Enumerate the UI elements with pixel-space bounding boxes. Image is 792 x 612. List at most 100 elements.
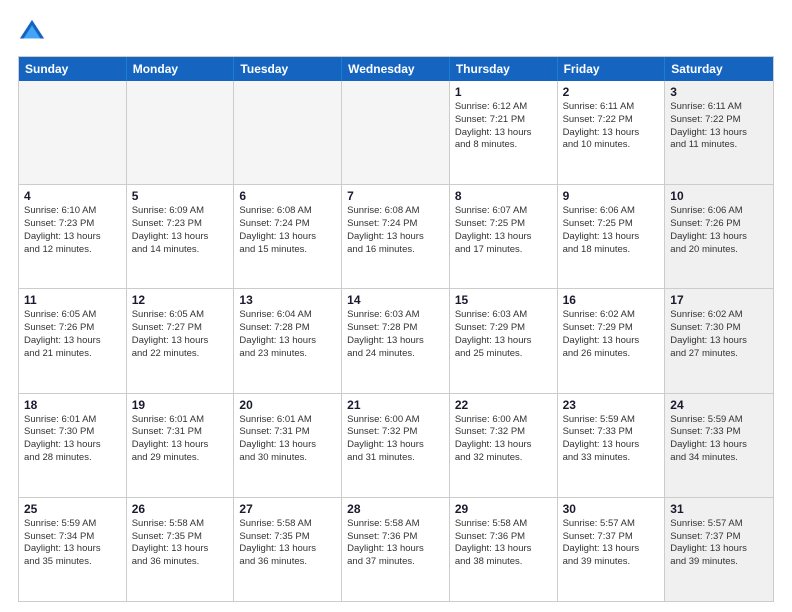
- weekday-header-monday: Monday: [127, 57, 235, 81]
- day-info: Sunrise: 6:00 AM Sunset: 7:32 PM Dayligh…: [455, 414, 552, 465]
- day-cell-7: 7 Sunrise: 6:08 AM Sunset: 7:24 PM Daylig…: [342, 185, 450, 288]
- day-number: 29: [455, 502, 552, 516]
- day-number: 18: [24, 398, 121, 412]
- weekday-header-friday: Friday: [558, 57, 666, 81]
- day-info: Sunrise: 5:59 AM Sunset: 7:34 PM Dayligh…: [24, 518, 121, 569]
- empty-cell-0-3: [342, 81, 450, 184]
- day-number: 31: [670, 502, 768, 516]
- day-info: Sunrise: 6:11 AM Sunset: 7:22 PM Dayligh…: [670, 101, 768, 152]
- day-number: 7: [347, 189, 444, 203]
- day-number: 20: [239, 398, 336, 412]
- day-number: 5: [132, 189, 229, 203]
- day-number: 12: [132, 293, 229, 307]
- calendar-header: SundayMondayTuesdayWednesdayThursdayFrid…: [19, 57, 773, 81]
- day-number: 16: [563, 293, 660, 307]
- calendar-row-0: 1Sunrise: 6:12 AM Sunset: 7:21 PM Daylig…: [19, 81, 773, 184]
- day-cell-16: 16 Sunrise: 6:02 AM Sunset: 7:29 PM Dayli…: [558, 289, 666, 392]
- empty-cell-0-1: [127, 81, 235, 184]
- day-cell-19: 19 Sunrise: 6:01 AM Sunset: 7:31 PM Dayli…: [127, 394, 235, 497]
- day-number: 9: [563, 189, 660, 203]
- empty-cell-0-2: [234, 81, 342, 184]
- day-info: Sunrise: 5:59 AM Sunset: 7:33 PM Dayligh…: [670, 414, 768, 465]
- day-info: Sunrise: 5:58 AM Sunset: 7:36 PM Dayligh…: [347, 518, 444, 569]
- day-number: 23: [563, 398, 660, 412]
- day-info: Sunrise: 5:58 AM Sunset: 7:35 PM Dayligh…: [132, 518, 229, 569]
- day-cell-6: 6 Sunrise: 6:08 AM Sunset: 7:24 PM Daylig…: [234, 185, 342, 288]
- day-number: 6: [239, 189, 336, 203]
- day-cell-15: 15 Sunrise: 6:03 AM Sunset: 7:29 PM Dayli…: [450, 289, 558, 392]
- day-cell-13: 13 Sunrise: 6:04 AM Sunset: 7:28 PM Dayli…: [234, 289, 342, 392]
- day-number: 3: [670, 85, 768, 99]
- day-number: 1: [455, 85, 552, 99]
- day-number: 22: [455, 398, 552, 412]
- day-number: 13: [239, 293, 336, 307]
- day-number: 17: [670, 293, 768, 307]
- header: [18, 18, 774, 46]
- logo: [18, 18, 50, 46]
- day-info: Sunrise: 6:08 AM Sunset: 7:24 PM Dayligh…: [239, 205, 336, 256]
- day-number: 26: [132, 502, 229, 516]
- day-number: 10: [670, 189, 768, 203]
- calendar-row-2: 11Sunrise: 6:05 AM Sunset: 7:26 PM Dayli…: [19, 288, 773, 392]
- day-number: 21: [347, 398, 444, 412]
- calendar-row-3: 18 Sunrise: 6:01 AM Sunset: 7:30 PM Dayli…: [19, 393, 773, 497]
- day-info: Sunrise: 5:59 AM Sunset: 7:33 PM Dayligh…: [563, 414, 660, 465]
- day-info: Sunrise: 6:06 AM Sunset: 7:25 PM Dayligh…: [563, 205, 660, 256]
- day-info: Sunrise: 5:57 AM Sunset: 7:37 PM Dayligh…: [670, 518, 768, 569]
- day-cell-25: 25 Sunrise: 5:59 AM Sunset: 7:34 PM Dayli…: [19, 498, 127, 601]
- day-info: Sunrise: 6:11 AM Sunset: 7:22 PM Dayligh…: [563, 101, 660, 152]
- day-info: Sunrise: 6:09 AM Sunset: 7:23 PM Dayligh…: [132, 205, 229, 256]
- day-number: 30: [563, 502, 660, 516]
- day-cell-5: 5 Sunrise: 6:09 AM Sunset: 7:23 PM Daylig…: [127, 185, 235, 288]
- day-cell-30: 30 Sunrise: 5:57 AM Sunset: 7:37 PM Dayli…: [558, 498, 666, 601]
- day-info: Sunrise: 6:02 AM Sunset: 7:30 PM Dayligh…: [670, 309, 768, 360]
- day-info: Sunrise: 6:04 AM Sunset: 7:28 PM Dayligh…: [239, 309, 336, 360]
- day-cell-31: 31 Sunrise: 5:57 AM Sunset: 7:37 PM Dayli…: [665, 498, 773, 601]
- day-number: 27: [239, 502, 336, 516]
- calendar-row-4: 25 Sunrise: 5:59 AM Sunset: 7:34 PM Dayli…: [19, 497, 773, 601]
- day-number: 8: [455, 189, 552, 203]
- day-cell-2: 2 Sunrise: 6:11 AM Sunset: 7:22 PM Daylig…: [558, 81, 666, 184]
- day-info: Sunrise: 6:01 AM Sunset: 7:31 PM Dayligh…: [132, 414, 229, 465]
- calendar-body: 1Sunrise: 6:12 AM Sunset: 7:21 PM Daylig…: [19, 81, 773, 601]
- day-info: Sunrise: 6:03 AM Sunset: 7:29 PM Dayligh…: [455, 309, 552, 360]
- day-cell-17: 17 Sunrise: 6:02 AM Sunset: 7:30 PM Dayli…: [665, 289, 773, 392]
- day-cell-12: 12Sunrise: 6:05 AM Sunset: 7:27 PM Dayli…: [127, 289, 235, 392]
- empty-cell-0-0: [19, 81, 127, 184]
- logo-icon: [18, 18, 46, 46]
- day-cell-29: 29Sunrise: 5:58 AM Sunset: 7:36 PM Dayli…: [450, 498, 558, 601]
- day-cell-18: 18 Sunrise: 6:01 AM Sunset: 7:30 PM Dayli…: [19, 394, 127, 497]
- day-cell-20: 20 Sunrise: 6:01 AM Sunset: 7:31 PM Dayli…: [234, 394, 342, 497]
- day-info: Sunrise: 6:06 AM Sunset: 7:26 PM Dayligh…: [670, 205, 768, 256]
- day-info: Sunrise: 6:01 AM Sunset: 7:31 PM Dayligh…: [239, 414, 336, 465]
- day-number: 25: [24, 502, 121, 516]
- day-number: 4: [24, 189, 121, 203]
- day-info: Sunrise: 6:00 AM Sunset: 7:32 PM Dayligh…: [347, 414, 444, 465]
- day-number: 11: [24, 293, 121, 307]
- day-number: 2: [563, 85, 660, 99]
- weekday-header-saturday: Saturday: [665, 57, 773, 81]
- weekday-header-sunday: Sunday: [19, 57, 127, 81]
- day-cell-8: 8Sunrise: 6:07 AM Sunset: 7:25 PM Daylig…: [450, 185, 558, 288]
- day-cell-23: 23 Sunrise: 5:59 AM Sunset: 7:33 PM Dayli…: [558, 394, 666, 497]
- day-number: 24: [670, 398, 768, 412]
- day-cell-14: 14Sunrise: 6:03 AM Sunset: 7:28 PM Dayli…: [342, 289, 450, 392]
- day-cell-27: 27 Sunrise: 5:58 AM Sunset: 7:35 PM Dayli…: [234, 498, 342, 601]
- day-cell-26: 26 Sunrise: 5:58 AM Sunset: 7:35 PM Dayli…: [127, 498, 235, 601]
- day-info: Sunrise: 5:57 AM Sunset: 7:37 PM Dayligh…: [563, 518, 660, 569]
- calendar: SundayMondayTuesdayWednesdayThursdayFrid…: [18, 56, 774, 602]
- day-info: Sunrise: 6:02 AM Sunset: 7:29 PM Dayligh…: [563, 309, 660, 360]
- day-info: Sunrise: 6:01 AM Sunset: 7:30 PM Dayligh…: [24, 414, 121, 465]
- day-number: 19: [132, 398, 229, 412]
- calendar-row-1: 4 Sunrise: 6:10 AM Sunset: 7:23 PM Daylig…: [19, 184, 773, 288]
- day-number: 15: [455, 293, 552, 307]
- day-info: Sunrise: 6:10 AM Sunset: 7:23 PM Dayligh…: [24, 205, 121, 256]
- day-info: Sunrise: 6:03 AM Sunset: 7:28 PM Dayligh…: [347, 309, 444, 360]
- day-cell-10: 10 Sunrise: 6:06 AM Sunset: 7:26 PM Dayli…: [665, 185, 773, 288]
- day-cell-24: 24 Sunrise: 5:59 AM Sunset: 7:33 PM Dayli…: [665, 394, 773, 497]
- day-info: Sunrise: 5:58 AM Sunset: 7:35 PM Dayligh…: [239, 518, 336, 569]
- day-cell-21: 21 Sunrise: 6:00 AM Sunset: 7:32 PM Dayli…: [342, 394, 450, 497]
- day-number: 28: [347, 502, 444, 516]
- day-info: Sunrise: 6:08 AM Sunset: 7:24 PM Dayligh…: [347, 205, 444, 256]
- day-cell-1: 1Sunrise: 6:12 AM Sunset: 7:21 PM Daylig…: [450, 81, 558, 184]
